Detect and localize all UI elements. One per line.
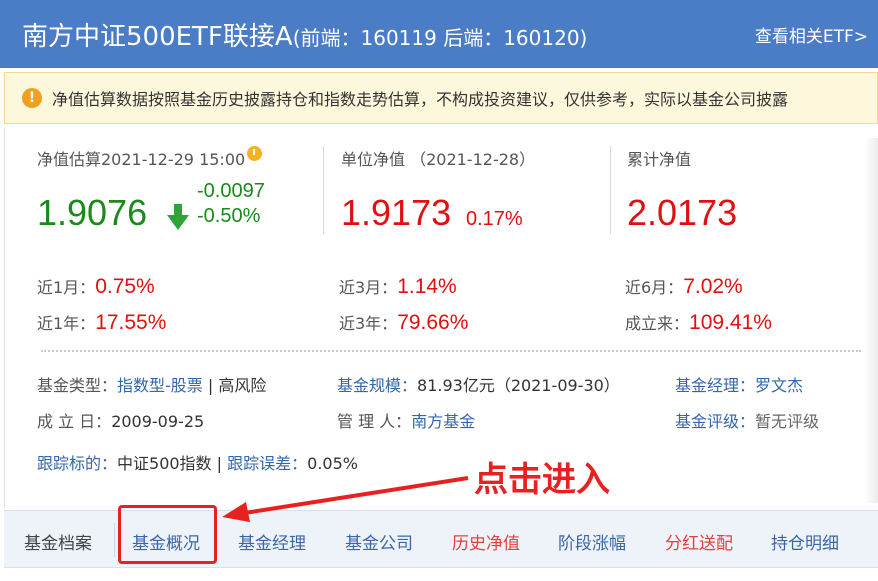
annotation-text: 点击进入 <box>474 460 610 500</box>
annotation-arrow <box>222 476 469 522</box>
